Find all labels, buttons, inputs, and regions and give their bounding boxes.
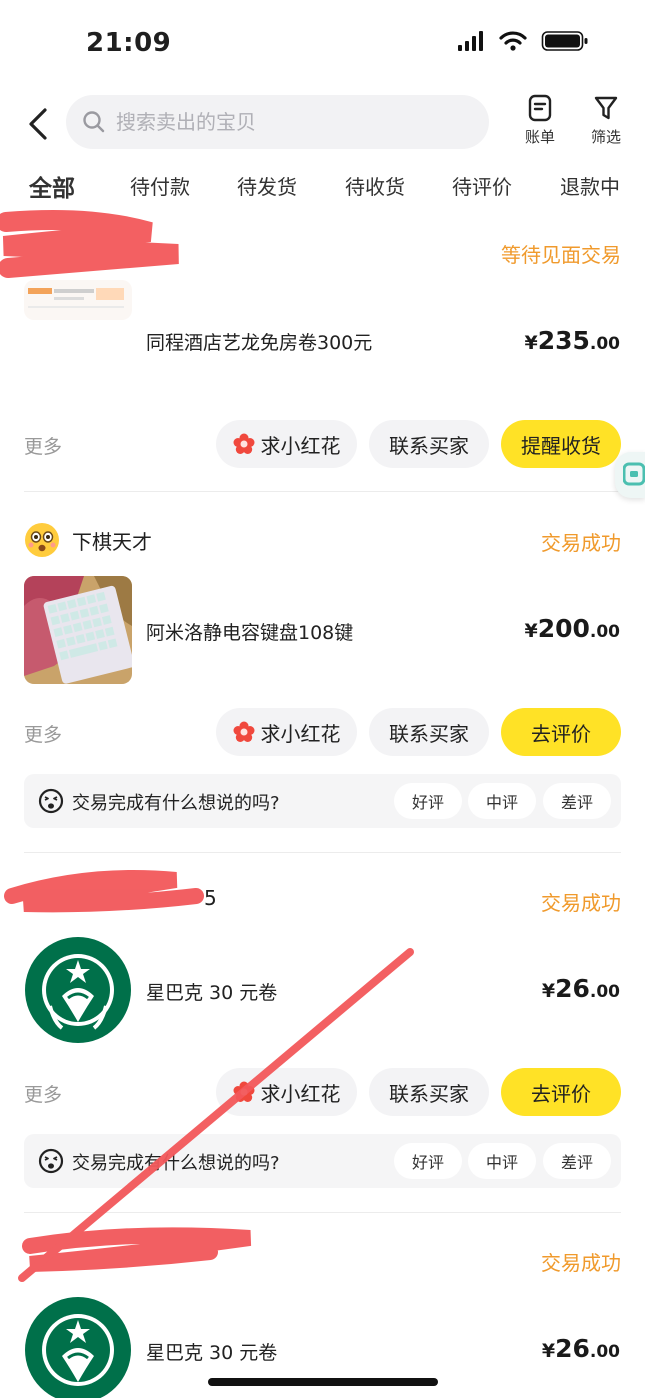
- status-bar: 21:09: [0, 0, 645, 90]
- divider: [24, 491, 621, 492]
- review-good-button[interactable]: 好评: [394, 1143, 462, 1179]
- order-status: 交易成功: [541, 891, 621, 915]
- review-question: 交易完成有什么想说的吗?: [72, 793, 280, 814]
- contact-buyer-button[interactable]: 联系买家: [369, 420, 489, 468]
- price-currency: ¥: [524, 620, 538, 642]
- home-indicator: [208, 1378, 438, 1386]
- seller-row: 下棋天才: [24, 522, 152, 558]
- product-title[interactable]: 星巴克 30 元卷: [146, 978, 277, 1005]
- more-link[interactable]: 更多: [24, 1080, 62, 1107]
- seller-row: 5: [24, 886, 217, 910]
- request-flower-label: 求小红花: [260, 721, 341, 746]
- product-title[interactable]: 星巴克 30 元卷: [146, 1338, 277, 1365]
- request-flower-button[interactable]: 求小红花: [216, 420, 357, 468]
- contact-buyer-button[interactable]: 联系买家: [369, 708, 489, 756]
- review-neutral-button[interactable]: 中评: [468, 783, 536, 819]
- order-tabs: 全部 待付款 待发货 待收货 待评价 退款中: [0, 165, 645, 209]
- request-flower-button[interactable]: 求小红花: [216, 1068, 357, 1116]
- search-box[interactable]: [66, 95, 489, 149]
- review-good-button[interactable]: 好评: [394, 783, 462, 819]
- tab-all[interactable]: 全部: [29, 169, 75, 203]
- search-input[interactable]: [116, 110, 446, 134]
- coupon-image: [28, 288, 124, 308]
- surprised-face-icon: [38, 788, 64, 814]
- product-price: ¥235.00: [524, 326, 620, 355]
- price-integer: 200: [537, 614, 590, 643]
- divider: [24, 852, 621, 853]
- price-integer: 235: [537, 326, 590, 355]
- surprised-face-icon: [38, 1148, 64, 1174]
- order-status: 交易成功: [541, 531, 621, 555]
- request-flower-label: 求小红花: [260, 1081, 341, 1106]
- tab-pending-shipment[interactable]: 待发货: [237, 171, 297, 200]
- cellular-signal-icon: [458, 31, 483, 51]
- divider: [24, 1212, 621, 1213]
- filter-icon: [594, 96, 618, 120]
- tab-refund[interactable]: 退款中: [560, 171, 620, 200]
- product-title[interactable]: 阿米洛静电容键盘108键: [146, 618, 353, 645]
- price-currency: ¥: [524, 332, 538, 354]
- bill-label: 账单: [524, 128, 555, 146]
- price-decimal: .00: [589, 1342, 620, 1362]
- price-decimal: .00: [589, 334, 620, 354]
- product-price: ¥26.00: [542, 1334, 620, 1363]
- starbucks-logo: [25, 937, 131, 1043]
- write-review-button[interactable]: 去评价: [501, 1068, 621, 1116]
- price-decimal: .00: [589, 622, 620, 642]
- status-time: 21:09: [86, 28, 172, 58]
- tab-pending-review[interactable]: 待评价: [452, 171, 512, 200]
- starbucks-logo: [25, 1297, 131, 1398]
- price-currency: ¥: [541, 980, 556, 1002]
- request-flower-label: 求小红花: [260, 433, 341, 458]
- flower-icon: [233, 433, 254, 454]
- bill-icon: [528, 94, 552, 122]
- more-link[interactable]: 更多: [24, 720, 62, 747]
- tab-pending-receipt[interactable]: 待收货: [345, 171, 405, 200]
- product-thumbnail[interactable]: [24, 1296, 132, 1398]
- more-link[interactable]: 更多: [24, 432, 62, 459]
- chat-bubble-icon: [622, 462, 645, 486]
- order-status: 交易成功: [541, 1251, 621, 1275]
- wifi-icon: [499, 31, 527, 51]
- redaction-scribbles: [0, 209, 414, 1282]
- header: 账单 筛选: [0, 90, 645, 160]
- tab-pending-payment[interactable]: 待付款: [130, 171, 190, 200]
- review-neutral-button[interactable]: 中评: [468, 1143, 536, 1179]
- price-decimal: .00: [589, 982, 620, 1002]
- contact-buyer-button[interactable]: 联系买家: [369, 1068, 489, 1116]
- product-title[interactable]: 同程酒店艺龙免房卷300元: [146, 328, 372, 355]
- seller-name[interactable]: 5: [204, 886, 217, 910]
- floating-side-tab[interactable]: [615, 452, 645, 498]
- product-thumbnail[interactable]: [24, 576, 132, 684]
- price-integer: 26: [555, 974, 590, 1003]
- keyboard-photo: [24, 576, 132, 684]
- order-status: 等待见面交易: [501, 243, 621, 267]
- price-integer: 26: [555, 1334, 590, 1363]
- flower-icon: [233, 721, 254, 742]
- write-review-button[interactable]: 去评价: [501, 708, 621, 756]
- flower-icon: [233, 1081, 254, 1102]
- search-icon: [83, 111, 105, 133]
- quick-review-bar: 交易完成有什么想说的吗? 好评 中评 差评: [24, 1134, 621, 1188]
- filter-label: 筛选: [590, 128, 621, 146]
- battery-icon: [541, 31, 588, 51]
- filter-button[interactable]: 筛选: [581, 94, 631, 147]
- back-arrow-icon[interactable]: [24, 104, 54, 144]
- product-thumbnail[interactable]: [24, 936, 132, 1044]
- review-question: 交易完成有什么想说的吗?: [72, 1153, 280, 1174]
- review-bad-button[interactable]: 差评: [543, 783, 611, 819]
- product-price: ¥200.00: [524, 614, 620, 643]
- remind-receipt-button[interactable]: 提醒收货: [501, 420, 621, 468]
- price-currency: ¥: [541, 1340, 556, 1362]
- seller-name[interactable]: 下棋天才: [72, 526, 152, 555]
- bill-button[interactable]: 账单: [515, 94, 565, 147]
- avatar[interactable]: [24, 522, 60, 558]
- product-price: ¥26.00: [542, 974, 620, 1003]
- product-thumbnail[interactable]: [24, 280, 132, 320]
- quick-review-bar: 交易完成有什么想说的吗? 好评 中评 差评: [24, 774, 621, 828]
- status-icons: [457, 30, 589, 52]
- request-flower-button[interactable]: 求小红花: [216, 708, 357, 756]
- review-bad-button[interactable]: 差评: [543, 1143, 611, 1179]
